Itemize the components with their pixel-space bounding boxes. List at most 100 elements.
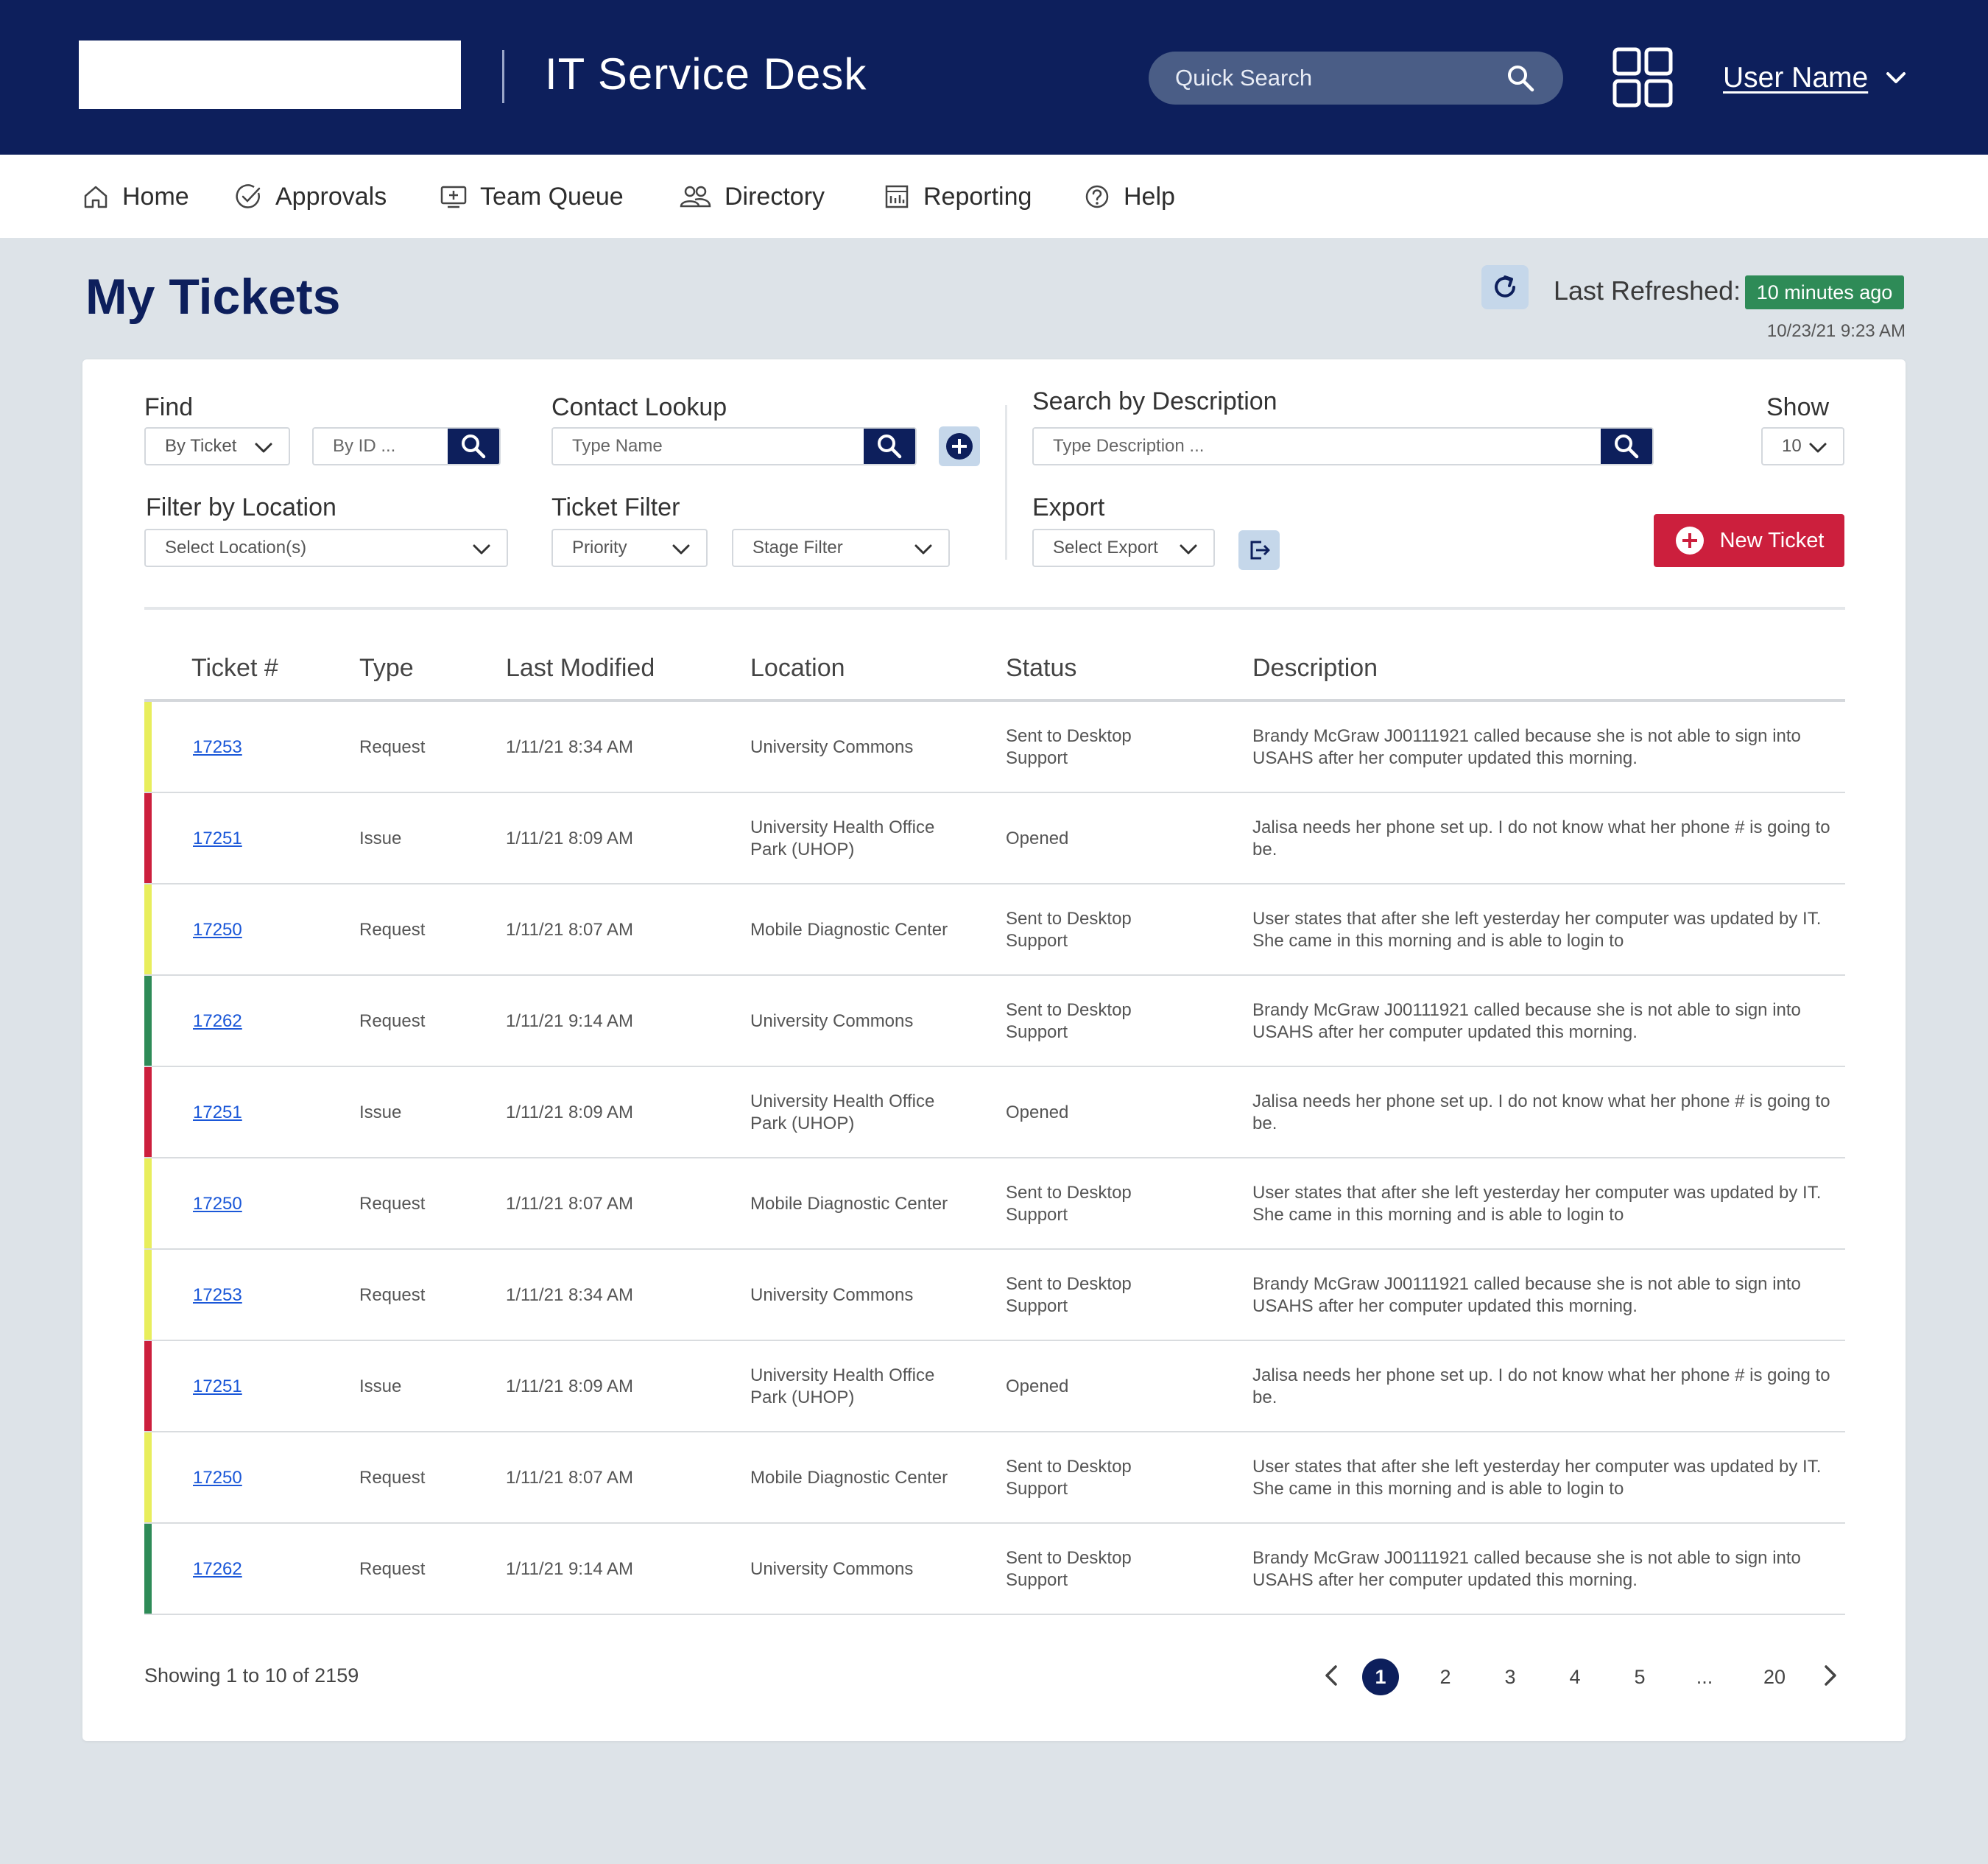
find-id-input[interactable] [314, 429, 451, 464]
ticket-id-link[interactable]: 17253 [193, 1284, 242, 1306]
chevron-right-icon[interactable] [1811, 1657, 1848, 1694]
contact-lookup-field[interactable] [551, 427, 917, 465]
page-button-3[interactable]: 3 [1492, 1659, 1529, 1695]
ticket-description: Jalisa needs her phone set up. I do not … [1252, 1365, 1830, 1407]
col-header-type[interactable]: Type [359, 654, 414, 683]
location-select[interactable]: Select Location(s) [144, 529, 508, 567]
home-icon [84, 186, 107, 208]
find-id-field[interactable] [312, 427, 501, 465]
priority-stripe [144, 1341, 152, 1431]
export-button[interactable] [1238, 530, 1280, 570]
plus-circle-icon [1675, 527, 1704, 555]
ticket-description: User states that after she left yesterda… [1252, 909, 1822, 951]
contact-search-button[interactable] [864, 429, 915, 464]
table-row[interactable]: 17253 Request 1/11/21 8:34 AM University Co… [144, 1250, 1845, 1341]
table-row[interactable]: 17262 Request 1/11/21 9:14 AM University Co… [144, 976, 1845, 1067]
nav-home[interactable]: Home [81, 180, 189, 214]
find-label: Find [144, 393, 194, 421]
col-header-location[interactable]: Location [750, 654, 845, 683]
header-divider [502, 50, 504, 103]
search-icon [878, 435, 902, 459]
ticket-id-link[interactable]: 17251 [193, 1102, 242, 1124]
table-row[interactable]: 17253 Request 1/11/21 8:34 AM University Co… [144, 702, 1845, 793]
contact-lookup-input[interactable] [553, 429, 867, 464]
find-by-select[interactable]: By Ticket [144, 427, 290, 465]
refresh-icon [1495, 275, 1515, 298]
ticket-filter-label: Ticket Filter [551, 493, 680, 521]
ticket-last-modified: 1/11/21 8:07 AM [506, 1194, 634, 1214]
description-search-field[interactable] [1032, 427, 1654, 465]
page-button-5[interactable]: 5 [1621, 1659, 1658, 1695]
table-row[interactable]: 17250 Request 1/11/21 8:07 AM Mobile Diagno… [144, 1158, 1845, 1250]
ticket-status: Sent to Desktop Support [1006, 1457, 1132, 1499]
user-name[interactable]: User Name [1723, 62, 1868, 94]
table-row[interactable]: 17251 Issue 1/11/21 8:09 AM University Heal… [144, 1067, 1845, 1158]
nav-reporting[interactable]: Reporting [882, 180, 1032, 214]
ticket-last-modified: 1/11/21 8:09 AM [506, 1376, 634, 1396]
ticket-id-link[interactable]: 17251 [193, 1376, 242, 1398]
priority-stripe [144, 1432, 152, 1522]
ticket-description: Brandy McGraw J00111921 called because s… [1252, 726, 1801, 768]
col-header-description[interactable]: Description [1252, 654, 1378, 683]
table-row[interactable]: 17251 Issue 1/11/21 8:09 AM University Heal… [144, 1341, 1845, 1432]
stage-filter-select[interactable]: Stage Filter [732, 529, 950, 567]
ticket-id-link[interactable]: 17250 [193, 1193, 242, 1215]
add-contact-button[interactable] [939, 426, 980, 466]
nav-directory[interactable]: Directory [677, 180, 825, 214]
ticket-last-modified: 1/11/21 8:34 AM [506, 737, 634, 757]
export-select[interactable]: Select Export [1032, 529, 1215, 567]
priority-select[interactable]: Priority [551, 529, 708, 567]
show-count-select[interactable]: 10 [1761, 427, 1844, 465]
ticket-type: Request [359, 737, 426, 757]
nav-help[interactable]: Help [1082, 180, 1175, 214]
find-search-button[interactable] [448, 429, 499, 464]
chevron-down-icon [672, 544, 690, 555]
check-circle-icon [236, 184, 261, 208]
location-filter-label: Filter by Location [146, 493, 336, 521]
ticket-id-link[interactable]: 17262 [193, 1010, 242, 1033]
search-icon[interactable] [1506, 63, 1535, 93]
col-header-ticket[interactable]: Ticket # [191, 654, 278, 683]
description-search-button[interactable] [1601, 429, 1652, 464]
logo-placeholder[interactable] [79, 41, 461, 109]
location-select-value: Select Location(s) [165, 538, 307, 558]
report-icon [885, 185, 909, 208]
ticket-location: Mobile Diagnostic Center [750, 920, 948, 940]
ticket-type: Issue [359, 829, 402, 848]
ticket-type: Request [359, 1559, 426, 1579]
page-button-4[interactable]: 4 [1557, 1659, 1593, 1695]
table-row[interactable]: 17250 Request 1/11/21 8:07 AM Mobile Diagno… [144, 1432, 1845, 1524]
nav-approvals[interactable]: Approvals [234, 180, 387, 214]
ticket-id-link[interactable]: 17250 [193, 919, 242, 941]
help-circle-icon [1085, 185, 1109, 208]
page-button-2[interactable]: 2 [1427, 1659, 1464, 1695]
quick-search-input[interactable] [1175, 52, 1499, 105]
priority-stripe [144, 1158, 152, 1248]
chevron-down-icon [1886, 72, 1906, 83]
ticket-id-link[interactable]: 17253 [193, 736, 242, 759]
ticket-location: University Health Office Park (UHOP) [750, 817, 935, 859]
ticket-status: Opened [1006, 1376, 1069, 1396]
description-search-input[interactable] [1034, 429, 1604, 464]
ticket-type: Issue [359, 1376, 402, 1396]
refresh-button[interactable] [1481, 265, 1529, 309]
table-row[interactable]: 17251 Issue 1/11/21 8:09 AM University Heal… [144, 793, 1845, 884]
apps-grid-icon[interactable] [1612, 47, 1673, 108]
new-ticket-button[interactable]: New Ticket [1654, 514, 1844, 567]
chevron-left-icon[interactable] [1314, 1657, 1350, 1694]
quick-search[interactable] [1149, 52, 1563, 105]
nav-directory-label: Directory [725, 182, 825, 211]
user-menu[interactable]: User Name [1723, 57, 1908, 99]
col-header-last-modified[interactable]: Last Modified [506, 654, 655, 683]
nav-team-queue[interactable]: Team Queue [439, 180, 624, 214]
page-button-1[interactable]: 1 [1362, 1659, 1399, 1695]
ticket-id-link[interactable]: 17250 [193, 1467, 242, 1489]
tickets-card: Find By Ticket Contact Lookup Search by … [82, 359, 1906, 1741]
table-row[interactable]: 17262 Request 1/11/21 9:14 AM University Co… [144, 1524, 1845, 1615]
ticket-status: Sent to Desktop Support [1006, 1183, 1132, 1225]
table-row[interactable]: 17250 Request 1/11/21 8:07 AM Mobile Diagno… [144, 884, 1845, 976]
page-button-20[interactable]: 20 [1756, 1659, 1793, 1695]
col-header-status[interactable]: Status [1006, 654, 1076, 683]
ticket-id-link[interactable]: 17262 [193, 1558, 242, 1580]
ticket-id-link[interactable]: 17251 [193, 828, 242, 850]
